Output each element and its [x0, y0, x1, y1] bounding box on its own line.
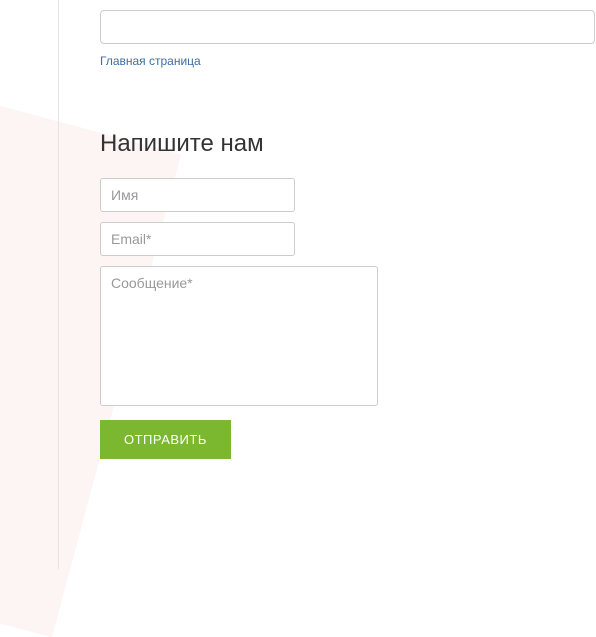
submit-button[interactable]: ОТПРАВИТЬ — [100, 420, 231, 459]
name-field[interactable] — [100, 178, 295, 212]
breadcrumb-home-link[interactable]: Главная страница — [100, 54, 201, 68]
main-content: Главная страница Напишите нам ОТПРАВИТЬ — [0, 0, 596, 459]
message-field[interactable] — [100, 266, 378, 406]
form-heading: Напишите нам — [100, 130, 596, 158]
email-field[interactable] — [100, 222, 295, 256]
contact-form: Напишите нам ОТПРАВИТЬ — [100, 130, 596, 459]
search-input[interactable] — [100, 10, 595, 44]
